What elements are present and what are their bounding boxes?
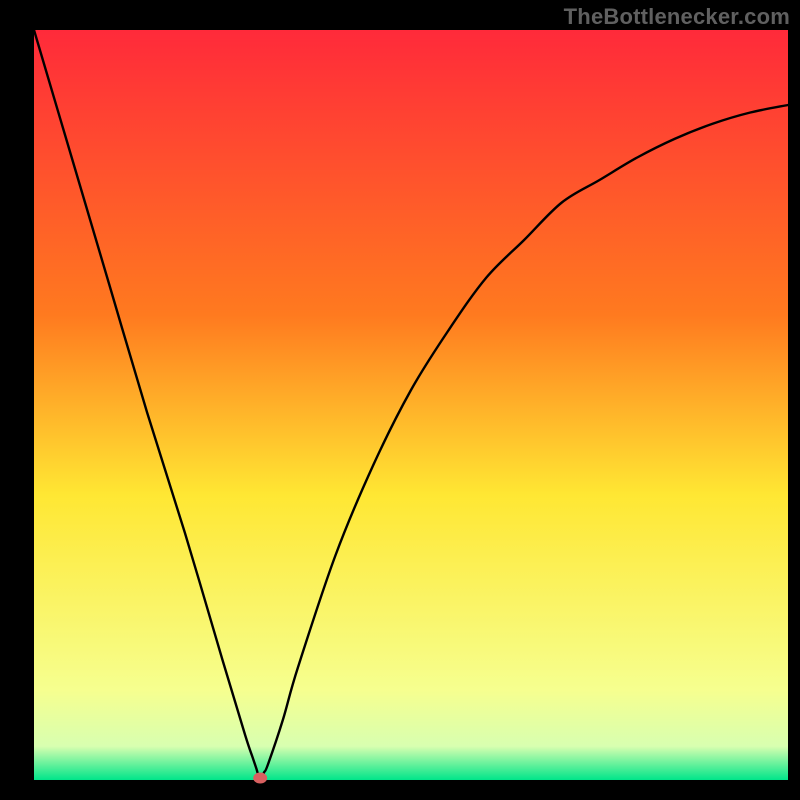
plot-area [34,30,788,780]
attribution-label: TheBottlenecker.com [564,4,790,30]
chart-frame: TheBottlenecker.com [0,0,800,800]
minimum-marker-icon [253,773,267,784]
bottleneck-chart [0,0,800,800]
